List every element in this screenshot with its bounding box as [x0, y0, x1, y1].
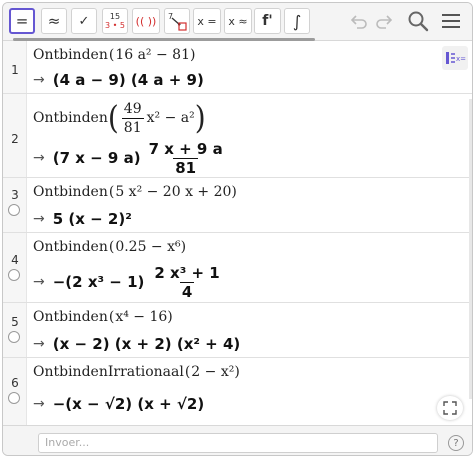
row-input[interactable]: Ontbinden (5 x² − 20 x + 20) — [33, 182, 237, 202]
row-input[interactable]: Ontbinden (0.25 − x⁶) — [33, 237, 186, 257]
input-fraction: 49 81 — [121, 100, 144, 136]
input-area: Invoer... ? — [3, 425, 472, 455]
solve-numeric-button[interactable]: x ≈ — [224, 8, 252, 34]
command-name: Ontbinden — [33, 110, 108, 126]
vertical-scrollbar[interactable] — [469, 99, 472, 399]
row-input[interactable]: Ontbinden (16 a² − 81) — [33, 45, 195, 65]
row-number: 2 — [11, 132, 19, 146]
solve-button[interactable]: x = — [193, 8, 221, 34]
output-arrow: → — [33, 336, 45, 352]
numeric-button[interactable]: ≈ — [41, 8, 67, 34]
fullscreen-icon — [443, 401, 457, 415]
algebra-view-icon: x= — [446, 52, 466, 64]
svg-text:x=: x= — [456, 55, 466, 63]
substitute-icon: 7 — [168, 12, 187, 31]
row-output: → −(x − √2) (x + √2) — [33, 390, 204, 418]
cas-row-6[interactable]: 6 OntbindenIrrationaal (2 − x²) → −(x − … — [3, 358, 472, 425]
redo-icon[interactable] — [373, 8, 395, 34]
row-gutter — [3, 233, 27, 302]
output-value: −(2 x³ − 1) — [52, 273, 145, 291]
cas-row-2[interactable]: 2 Ontbinden ( 49 81 x² − a² ) → (7 x − 9 … — [3, 94, 472, 178]
row-gutter — [3, 303, 27, 357]
output-value: (7 x − 9 a) — [52, 149, 141, 167]
command-args: 16 a² − 81 — [115, 47, 190, 63]
output-arrow: → — [33, 274, 45, 290]
output-value: 5 (x − 2)² — [52, 210, 132, 228]
command-name: Ontbinden — [33, 309, 108, 325]
visibility-toggle[interactable] — [8, 204, 20, 216]
command-name: Ontbinden — [33, 184, 108, 200]
integral-button[interactable]: ∫ — [284, 8, 310, 34]
cas-window: = ≈ ✓ 15 3 • 5 (( )) 7 x = x ≈ f' ∫ 1 On… — [2, 2, 473, 456]
output-value: −(x − √2) (x + √2) — [52, 395, 205, 413]
integral-label: ∫ — [292, 11, 302, 31]
command-args: 5 x² − 20 x + 20 — [115, 184, 232, 200]
output-fraction: 2 x³ + 14 — [154, 263, 220, 301]
cas-row-1[interactable]: 1 Ontbinden (16 a² − 81) → (4 a − 9) (4 … — [3, 41, 472, 94]
fullscreen-button[interactable] — [437, 396, 463, 420]
factor-label-bottom: 3 • 5 — [105, 21, 125, 30]
derivative-label: f' — [262, 13, 273, 29]
row-input[interactable]: Ontbinden (x⁴ − 16) — [33, 307, 173, 327]
output-value: (4 a − 9) (4 a + 9) — [52, 71, 204, 89]
row-output: → (x − 2) (x + 2) (x² + 4) — [33, 333, 240, 355]
command-args: 0.25 − x⁶ — [115, 239, 181, 255]
numeric-label: ≈ — [47, 12, 61, 30]
output-arrow: → — [33, 211, 45, 227]
row-number: 6 — [11, 376, 19, 390]
command-args: 2 − x² — [191, 364, 235, 380]
derivative-button[interactable]: f' — [254, 8, 281, 34]
factor-button[interactable]: 15 3 • 5 — [102, 8, 128, 34]
cas-row-4[interactable]: 4 Ontbinden (0.25 − x⁶) → −(2 x³ − 1) 2 … — [3, 233, 472, 303]
command-args: x⁴ − 16 — [115, 309, 168, 325]
factor-label-top: 15 — [109, 12, 121, 21]
command-name: Ontbinden — [33, 47, 108, 63]
row-number: 3 — [11, 188, 19, 202]
menu-icon[interactable] — [439, 8, 463, 34]
expand-button[interactable]: (( )) — [132, 8, 160, 34]
visibility-toggle[interactable] — [8, 392, 20, 404]
output-arrow: → — [33, 396, 45, 412]
cas-row-5[interactable]: 5 Ontbinden (x⁴ − 16) → (x − 2) (x + 2) … — [3, 303, 472, 358]
input-field[interactable]: Invoer... — [38, 433, 438, 453]
keep-input-button[interactable]: ✓ — [71, 8, 97, 34]
row-number: 4 — [11, 253, 19, 267]
visibility-toggle[interactable] — [8, 331, 20, 343]
search-icon[interactable] — [406, 8, 430, 34]
row-output: → −(2 x³ − 1) 2 x³ + 14 — [33, 263, 225, 301]
solve-numeric-label: x ≈ — [228, 14, 248, 28]
cas-toolbar: = ≈ ✓ 15 3 • 5 (( )) 7 x = x ≈ f' ∫ — [3, 3, 472, 41]
command-name: OntbindenIrrationaal — [33, 364, 184, 380]
output-fraction: 7 x + 9 a 81 — [148, 139, 223, 177]
row-output: → (4 a − 9) (4 a + 9) — [33, 69, 204, 91]
output-arrow: → — [33, 150, 45, 166]
row-number: 1 — [11, 63, 19, 77]
solve-label: x = — [197, 14, 217, 28]
output-arrow: → — [33, 72, 45, 88]
output-value: (x − 2) (x + 2) (x² + 4) — [52, 335, 241, 353]
row-input[interactable]: Ontbinden ( 49 81 x² − a² ) — [33, 98, 206, 138]
visibility-toggle[interactable] — [8, 269, 20, 281]
keep-input-label: ✓ — [78, 13, 90, 29]
algebra-view-toggle-button[interactable]: x= — [442, 46, 468, 70]
evaluate-button[interactable]: = — [9, 8, 35, 34]
expand-label: (( )) — [135, 14, 157, 28]
row-number: 5 — [11, 315, 19, 329]
evaluate-label: = — [15, 12, 29, 30]
row-output: → 5 (x − 2)² — [33, 208, 132, 230]
svg-text:7: 7 — [168, 12, 173, 21]
row-input[interactable]: OntbindenIrrationaal (2 − x²) — [33, 362, 240, 382]
command-args: x² − a² — [146, 110, 195, 126]
row-output: → (7 x − 9 a) 7 x + 9 a 81 — [33, 139, 228, 177]
help-icon[interactable]: ? — [448, 435, 464, 451]
cas-row-3[interactable]: 3 Ontbinden (5 x² − 20 x + 20) → 5 (x − … — [3, 178, 472, 233]
undo-icon[interactable] — [348, 8, 370, 34]
command-name: Ontbinden — [33, 239, 108, 255]
substitute-button[interactable]: 7 — [164, 8, 190, 34]
